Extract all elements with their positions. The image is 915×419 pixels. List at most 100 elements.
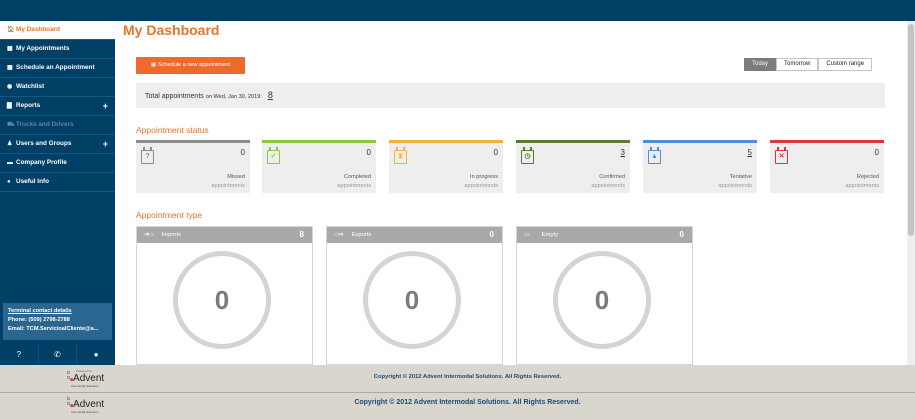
status-card-completed[interactable]: ✓ 0 Completed appointments <box>262 140 376 193</box>
page-title: My Dashboard <box>123 22 220 38</box>
sidebar-item-watchlist[interactable]: ◉ Watchlist <box>0 78 115 97</box>
type-value-ring: 0 <box>363 251 461 349</box>
sidebar-item-label: My Appointments <box>16 45 70 52</box>
status-bar <box>262 140 376 143</box>
users-icon: ♟ <box>7 141 13 147</box>
sidebar-item-my-appointments[interactable]: ▦ My Appointments <box>0 40 115 59</box>
clock-calendar-icon: ◷ <box>521 147 534 164</box>
sidebar-footer-icons: ? ✆ ● <box>0 344 115 365</box>
total-count-link[interactable]: 8 <box>268 90 273 100</box>
status-count: 0 <box>240 148 245 157</box>
expand-plus-icon[interactable]: + <box>103 97 108 115</box>
sidebar-item-label: Users and Groups <box>16 140 72 147</box>
calendar-icon: ▦ <box>150 62 157 68</box>
status-count-link[interactable]: 3 <box>621 148 625 157</box>
type-label: Empty <box>541 232 559 238</box>
help-icon[interactable]: ? <box>0 344 39 365</box>
scrollbar-thumb[interactable] <box>908 24 914 236</box>
book-icon: ▇ <box>7 103 12 109</box>
type-label: Imports <box>161 232 181 238</box>
type-card-header: ➜▭ Imports 8 <box>137 227 312 243</box>
hourglass-calendar-icon: ⧗ <box>394 147 407 164</box>
total-date: on Wed, Jan 30, 2019: <box>205 94 262 100</box>
page-footer: ■Advent Intermodal Solutions Copyright ©… <box>0 393 915 419</box>
info-icon: ● <box>7 179 11 185</box>
status-sublabel: appointments <box>718 183 752 189</box>
phone-value: (509) 2798-2788 <box>28 317 70 323</box>
type-card-header: ▭➜ Exports 0 <box>327 227 502 243</box>
sidebar-item-users-groups[interactable]: ♟ Users and Groups + <box>0 135 115 154</box>
appointment-status-title: Appointment status <box>136 125 209 135</box>
type-card-exports[interactable]: ▭➜ Exports 0 0 <box>326 226 503 365</box>
status-bar <box>136 140 250 143</box>
sidebar-item-label: My Dashboard <box>16 26 61 33</box>
sidebar-item-company-profile[interactable]: ▬ Company Profile <box>0 154 115 173</box>
vertical-scrollbar[interactable] <box>907 21 915 365</box>
empty-container-icon: ▭ <box>524 232 530 238</box>
status-label: In progress <box>470 174 498 180</box>
status-sublabel: appointments <box>591 183 625 189</box>
status-card-rejected[interactable]: ✕ 0 Rejected appointments <box>770 140 884 193</box>
status-label: Tentative <box>729 174 752 180</box>
type-label: Exports <box>351 232 372 238</box>
export-container-icon: ▭➜ <box>334 232 344 238</box>
schedule-appointment-button[interactable]: ▦ Schedule a new appointment <box>136 57 245 74</box>
inner-footer: Powered by ■Advent Intermodal Solutions … <box>0 365 915 393</box>
contact-email: Email: TCM.ServicioalCliente@a... <box>8 325 112 334</box>
sidebar-item-trucks-drivers: ⛟Trucks and Drivers <box>0 116 115 135</box>
sidebar-item-label: Schedule an Appointment <box>16 64 95 71</box>
chat-icon[interactable]: ● <box>77 344 115 365</box>
status-bar <box>770 140 884 143</box>
type-card-empty[interactable]: ▭ Empty 0 0 <box>516 226 693 365</box>
calendar-plus-icon: ▦ <box>7 65 13 71</box>
sidebar-item-reports[interactable]: ▇ Reports + <box>0 97 115 116</box>
sidebar-item-useful-info[interactable]: ● Useful Info <box>0 173 115 192</box>
status-bar <box>516 140 630 143</box>
total-label: Total appointments <box>145 93 204 100</box>
contact-phone: Phone: (509) 2798-2788 <box>8 316 112 325</box>
status-label: Confirmed <box>599 174 625 180</box>
expand-plus-icon[interactable]: + <box>103 135 108 153</box>
status-card-tentative[interactable]: ▲ 5 Tentative appointments <box>643 140 757 193</box>
copyright-text: Copyright © 2012 Advent Intermodal Solut… <box>373 374 562 380</box>
question-calendar-icon: ? <box>141 147 154 164</box>
sidebar-item-schedule-appointment[interactable]: ▦ Schedule an Appointment <box>0 59 115 78</box>
sidebar-item-label: Trucks and Drivers <box>16 121 74 128</box>
status-count: 0 <box>493 148 498 157</box>
status-bar <box>643 140 757 143</box>
warning-calendar-icon: ▲ <box>648 147 661 164</box>
status-card-confirmed[interactable]: ◷ 3 Confirmed appointments <box>516 140 630 193</box>
type-value-ring: 0 <box>173 251 271 349</box>
date-range-selector: Today Tomorrow Custom range <box>744 58 873 71</box>
status-count: 0 <box>874 148 879 157</box>
range-tab-today[interactable]: Today <box>744 58 777 71</box>
sidebar-item-my-dashboard[interactable]: 🏠 My Dashboard <box>0 21 115 40</box>
range-tab-tomorrow[interactable]: Tomorrow <box>776 58 819 71</box>
status-count: 0 <box>366 148 371 157</box>
calendar-icon: ▦ <box>7 46 13 52</box>
truck-icon: ⛟ <box>7 122 15 128</box>
top-bar <box>0 0 915 21</box>
terminal-contact-box: Terminal contact details Phone: (509) 27… <box>3 303 112 340</box>
schedule-button-label: Schedule a new appointment <box>157 62 230 68</box>
phone-icon[interactable]: ✆ <box>39 344 78 365</box>
check-calendar-icon: ✓ <box>267 147 280 164</box>
sidebar: 🏠 My Dashboard ▦ My Appointments ▦ Schedule… <box>0 21 115 365</box>
copyright-text: Copyright © 2012 Advent Intermodal Solut… <box>354 399 581 406</box>
import-container-icon: ➜▭ <box>144 232 154 238</box>
status-card-in-progress[interactable]: ⧗ 0 In progress appointments <box>389 140 503 193</box>
status-sublabel: appointments <box>337 183 371 189</box>
phone-label: Phone: <box>8 317 27 323</box>
sidebar-item-label: Company Profile <box>16 159 67 166</box>
type-card-imports[interactable]: ➜▭ Imports 8 0 <box>136 226 313 365</box>
type-count: 0 <box>489 230 494 239</box>
range-tab-custom[interactable]: Custom range <box>818 58 873 71</box>
sidebar-item-label: Watchlist <box>16 83 45 90</box>
status-card-missed[interactable]: ? 0 Missed appointments <box>136 140 250 193</box>
eye-icon: ◉ <box>7 84 13 90</box>
status-sublabel: appointments <box>845 183 879 189</box>
status-count-link[interactable]: 5 <box>748 148 752 157</box>
terminal-contact-link[interactable]: Terminal contact details <box>8 307 112 316</box>
status-sublabel: appointments <box>464 183 498 189</box>
home-icon: 🏠 <box>7 27 15 33</box>
